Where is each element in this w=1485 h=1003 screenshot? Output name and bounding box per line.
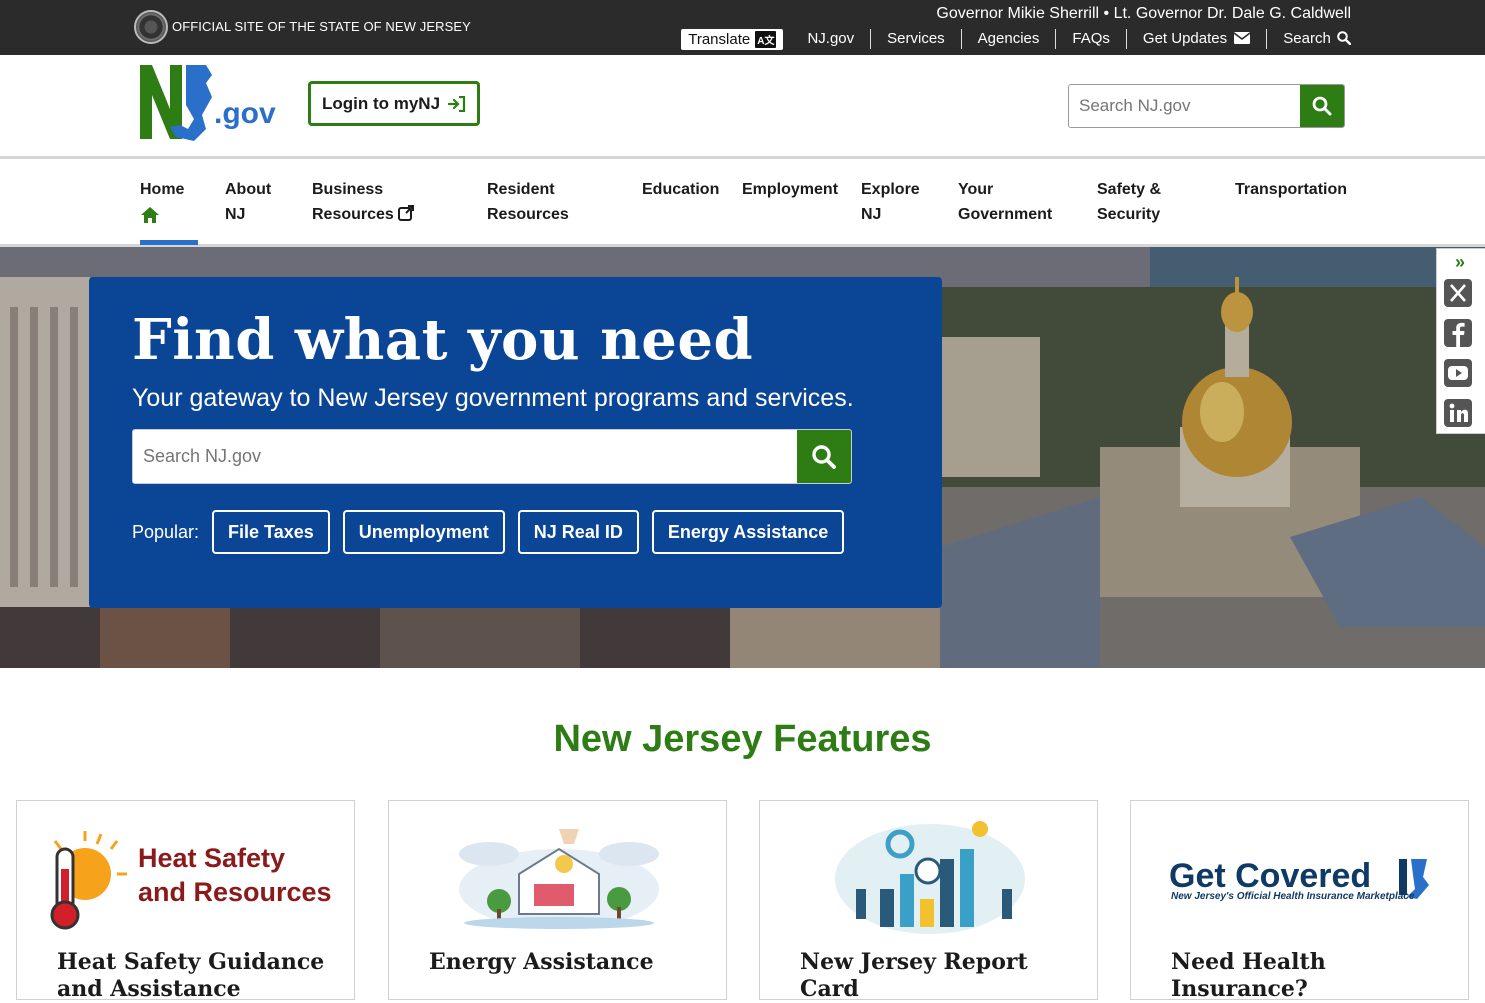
- envelope-icon: [1233, 32, 1251, 44]
- header-search-input[interactable]: [1069, 85, 1300, 127]
- get-covered-logo: Get Covered New Jersey's Official Health…: [1169, 857, 1429, 902]
- nav-label: Government: [958, 206, 1053, 223]
- feature-card-heat-safety[interactable]: Heat Safety and Resources Heat Safety Gu…: [16, 800, 355, 1002]
- feature-card-energy[interactable]: Energy Assistance: [388, 800, 727, 1000]
- nav-employment[interactable]: Employment: [742, 177, 838, 202]
- nj-logo-icon: .gov: [140, 65, 276, 141]
- util-link-get-updates[interactable]: Get Updates: [1127, 29, 1268, 49]
- feature-card-title: Energy Assistance: [429, 949, 654, 975]
- translate-label: Translate: [688, 30, 751, 48]
- login-label: Login to myNJ: [321, 93, 441, 113]
- nav-label: Education: [642, 181, 720, 198]
- hero-search-button[interactable]: [797, 430, 851, 483]
- search-icon: [1312, 96, 1332, 116]
- logo-suffix: .gov: [214, 97, 276, 130]
- feature-card-report-card[interactable]: New Jersey Report Card: [759, 800, 1098, 1002]
- heat-safety-image: Heat Safety and Resources: [50, 831, 332, 930]
- nav-about-nj[interactable]: About NJ: [225, 177, 271, 227]
- nav-resident-resources[interactable]: Resident Resources: [487, 177, 569, 227]
- popular-energy-assistance[interactable]: Energy Assistance: [651, 510, 845, 554]
- heat-image-text-2: and Resources: [138, 877, 332, 907]
- util-link-faqs[interactable]: FAQs: [1056, 29, 1127, 49]
- popular-nj-real-id[interactable]: NJ Real ID: [517, 510, 639, 554]
- top-bar: OFFICIAL SITE OF THE STATE OF NEW JERSEY…: [0, 0, 1485, 55]
- nav-label: Transportation: [1235, 181, 1348, 198]
- feature-card-get-covered[interactable]: Get Covered New Jersey's Official Health…: [1130, 800, 1469, 1002]
- nav-label: NJ: [861, 206, 882, 223]
- x-icon[interactable]: [1442, 277, 1474, 309]
- translate-button[interactable]: Translate A文: [681, 28, 784, 50]
- nav-explore-nj[interactable]: Explore NJ: [861, 177, 920, 227]
- main-nav: Home About NJ Business Resources Residen…: [0, 159, 1485, 247]
- social-share-bar: »: [1436, 248, 1485, 434]
- feature-card-title: Need Health Insurance?: [1171, 949, 1326, 1002]
- hero-search: [132, 429, 852, 484]
- nav-your-government[interactable]: Your Government: [958, 177, 1052, 227]
- collapse-chevron-icon[interactable]: »: [1455, 252, 1465, 273]
- hero-title: Find what you need: [132, 307, 754, 373]
- nav-business-resources[interactable]: Business Resources: [312, 177, 415, 227]
- nav-label: Your: [958, 181, 994, 198]
- nav-label: Safety &: [1097, 181, 1162, 198]
- nav-label: Security: [1097, 206, 1161, 223]
- feature-card-title: New Jersey Report Card: [800, 949, 1028, 1002]
- search-link-label: Search: [1283, 30, 1331, 47]
- features-heading: New Jersey Features: [553, 718, 932, 760]
- popular-file-taxes[interactable]: File Taxes: [212, 510, 330, 554]
- home-icon: [141, 207, 159, 223]
- state-seal-icon: [134, 10, 168, 44]
- nav-home-label: Home: [140, 181, 185, 198]
- external-link-icon: [398, 205, 415, 221]
- search-icon: [812, 444, 836, 469]
- login-mynj-button[interactable]: Login to myNJ: [308, 81, 480, 126]
- hero-search-input[interactable]: [133, 430, 797, 483]
- facebook-icon[interactable]: [1442, 317, 1474, 349]
- get-covered-subtext: New Jersey's Official Health Insurance M…: [1171, 891, 1415, 902]
- hero-subtitle: Your gateway to New Jersey government pr…: [132, 384, 854, 412]
- nav-label: Resident: [487, 181, 555, 198]
- nav-label: NJ: [225, 206, 246, 223]
- nav-safety-security[interactable]: Safety & Security: [1097, 177, 1161, 227]
- nav-label: Explore: [861, 181, 920, 198]
- popular-links: Popular: File Taxes Unemployment NJ Real…: [132, 510, 845, 554]
- translate-icon: A文: [755, 30, 777, 48]
- report-card-image: [835, 821, 1025, 934]
- sign-in-icon: [448, 95, 466, 112]
- hero-search-panel: Find what you need Your gateway to New J…: [89, 277, 942, 608]
- feature-card-title: Heat Safety Guidance and Assistance: [57, 949, 325, 1002]
- nav-home[interactable]: Home: [140, 177, 198, 245]
- util-link-agencies[interactable]: Agencies: [962, 29, 1057, 49]
- youtube-icon[interactable]: [1442, 357, 1474, 389]
- site-header: .gov Login to myNJ: [0, 55, 1485, 159]
- nav-label: Employment: [742, 181, 839, 198]
- utility-nav: Translate A文 NJ.gov Services Agencies FA…: [681, 28, 1352, 50]
- popular-label: Popular:: [132, 521, 200, 542]
- nav-label: Resources: [487, 206, 569, 223]
- governor-text: Governor Mikie Sherrill • Lt. Governor D…: [936, 5, 1351, 22]
- get-covered-text: Get Covered: [1169, 857, 1371, 895]
- heat-image-text-1: Heat Safety: [138, 843, 285, 873]
- nj-gov-logo[interactable]: .gov: [140, 63, 280, 143]
- nav-transportation[interactable]: Transportation: [1235, 177, 1347, 202]
- header-search: [1068, 84, 1345, 128]
- nav-label: Resources: [312, 206, 394, 223]
- get-updates-label: Get Updates: [1142, 30, 1228, 47]
- official-site-text: OFFICIAL SITE OF THE STATE OF NEW JERSEY: [172, 19, 471, 34]
- nav-label: Business: [312, 181, 384, 198]
- popular-unemployment[interactable]: Unemployment: [342, 510, 505, 554]
- hero-banner: Find what you need Your gateway to New J…: [0, 247, 1485, 668]
- util-link-njgov[interactable]: NJ.gov: [807, 29, 872, 49]
- util-link-search[interactable]: Search: [1267, 29, 1352, 49]
- linkedin-icon[interactable]: [1442, 397, 1474, 429]
- energy-assistance-image: [459, 829, 659, 929]
- nav-label: About: [225, 181, 272, 198]
- util-link-services[interactable]: Services: [871, 29, 962, 49]
- header-search-button[interactable]: [1300, 85, 1344, 127]
- search-icon: [1337, 31, 1352, 46]
- nav-education[interactable]: Education: [642, 177, 719, 202]
